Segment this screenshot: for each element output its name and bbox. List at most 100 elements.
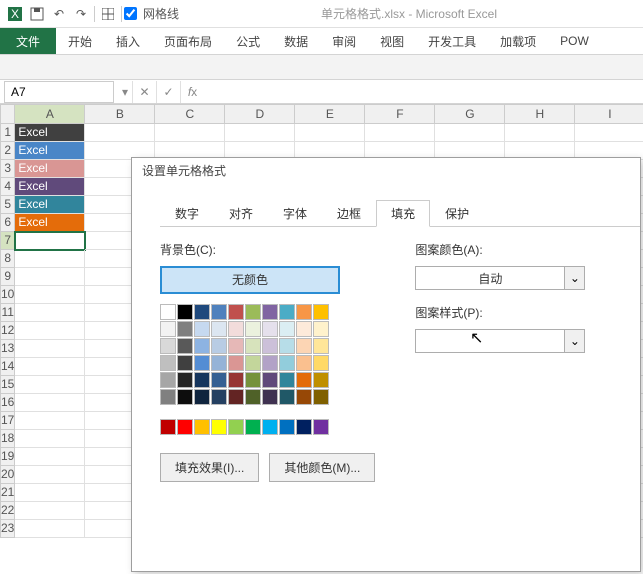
more-colors-button[interactable]: 其他颜色(M)... xyxy=(269,453,375,482)
cell[interactable] xyxy=(15,412,85,430)
enter-formula-icon[interactable]: ✓ xyxy=(156,81,180,103)
color-swatch[interactable] xyxy=(194,355,210,371)
name-box[interactable]: A7 xyxy=(4,81,114,103)
pattern-color-combo[interactable]: 自动 ⌄ xyxy=(415,266,585,290)
color-swatch[interactable] xyxy=(194,321,210,337)
color-swatch[interactable] xyxy=(228,389,244,405)
redo-icon[interactable]: ↷ xyxy=(70,3,92,25)
color-swatch[interactable] xyxy=(211,389,227,405)
color-swatch[interactable] xyxy=(296,338,312,354)
cell[interactable] xyxy=(15,286,85,304)
color-swatch[interactable] xyxy=(279,389,295,405)
cell[interactable] xyxy=(15,358,85,376)
formula-input[interactable] xyxy=(204,81,643,103)
color-swatch[interactable] xyxy=(228,372,244,388)
color-swatch[interactable] xyxy=(160,321,176,337)
cell[interactable] xyxy=(15,268,85,286)
cell[interactable]: Excel xyxy=(15,178,85,196)
row-header[interactable]: 17 xyxy=(0,412,15,430)
row-header[interactable]: 11 xyxy=(0,304,15,322)
cell[interactable] xyxy=(365,124,435,142)
tab-home[interactable]: 开始 xyxy=(56,28,104,54)
tab-dev[interactable]: 开发工具 xyxy=(416,28,488,54)
color-swatch[interactable] xyxy=(228,321,244,337)
row-header[interactable]: 5 xyxy=(0,196,15,214)
no-color-button[interactable]: 无颜色 xyxy=(160,266,340,294)
color-swatch[interactable] xyxy=(279,419,295,435)
cell[interactable]: Excel xyxy=(15,160,85,178)
color-swatch[interactable] xyxy=(177,304,193,320)
pattern-style-combo[interactable]: ⌄ xyxy=(415,329,585,353)
save-icon[interactable] xyxy=(26,3,48,25)
color-swatch[interactable] xyxy=(160,419,176,435)
cell[interactable] xyxy=(15,484,85,502)
row-header[interactable]: 14 xyxy=(0,358,15,376)
row-header[interactable]: 22 xyxy=(0,502,15,520)
row-header[interactable]: 19 xyxy=(0,448,15,466)
color-swatch[interactable] xyxy=(296,321,312,337)
row-header[interactable]: 1 xyxy=(0,124,15,142)
color-swatch[interactable] xyxy=(211,355,227,371)
row-header[interactable]: 2 xyxy=(0,142,15,160)
color-swatch[interactable] xyxy=(211,304,227,320)
cell[interactable] xyxy=(15,232,85,250)
color-swatch[interactable] xyxy=(262,419,278,435)
tab-addins[interactable]: 加载项 xyxy=(488,28,548,54)
cell[interactable] xyxy=(15,304,85,322)
tab-data[interactable]: 数据 xyxy=(272,28,320,54)
cell[interactable] xyxy=(435,124,505,142)
cell[interactable] xyxy=(15,322,85,340)
color-swatch[interactable] xyxy=(194,304,210,320)
color-swatch[interactable] xyxy=(245,372,261,388)
row-header[interactable]: 15 xyxy=(0,376,15,394)
color-swatch[interactable] xyxy=(211,419,227,435)
color-swatch[interactable] xyxy=(262,372,278,388)
cell[interactable]: Excel xyxy=(15,196,85,214)
color-swatch[interactable] xyxy=(211,372,227,388)
color-swatch[interactable] xyxy=(296,304,312,320)
color-swatch[interactable] xyxy=(245,321,261,337)
cell[interactable] xyxy=(15,466,85,484)
cell[interactable] xyxy=(15,394,85,412)
color-swatch[interactable] xyxy=(262,321,278,337)
borders-icon[interactable] xyxy=(97,3,119,25)
color-swatch[interactable] xyxy=(245,389,261,405)
dlg-tab-fill[interactable]: 填充 xyxy=(376,200,430,227)
color-swatch[interactable] xyxy=(177,372,193,388)
gridlines-toggle[interactable]: 网格线 xyxy=(124,5,179,22)
color-swatch[interactable] xyxy=(160,372,176,388)
cell[interactable] xyxy=(15,340,85,358)
cell[interactable] xyxy=(505,124,575,142)
fill-effects-button[interactable]: 填充效果(I)... xyxy=(160,453,259,482)
cell[interactable] xyxy=(15,430,85,448)
color-swatch[interactable] xyxy=(194,338,210,354)
row-header[interactable]: 3 xyxy=(0,160,15,178)
gridlines-checkbox[interactable] xyxy=(124,7,137,20)
row-header[interactable]: 9 xyxy=(0,268,15,286)
cell[interactable]: Excel xyxy=(15,142,85,160)
color-swatch[interactable] xyxy=(245,355,261,371)
color-swatch[interactable] xyxy=(262,389,278,405)
col-header[interactable]: F xyxy=(365,104,435,124)
tab-review[interactable]: 审阅 xyxy=(320,28,368,54)
color-swatch[interactable] xyxy=(160,304,176,320)
row-header[interactable]: 18 xyxy=(0,430,15,448)
col-header[interactable]: I xyxy=(575,104,643,124)
dlg-tab-font[interactable]: 字体 xyxy=(268,200,322,227)
cell[interactable] xyxy=(15,376,85,394)
color-swatch[interactable] xyxy=(313,304,329,320)
cell[interactable] xyxy=(155,124,225,142)
cell[interactable]: Excel xyxy=(15,124,85,142)
color-swatch[interactable] xyxy=(313,389,329,405)
tab-pow[interactable]: POW xyxy=(548,28,601,54)
color-swatch[interactable] xyxy=(228,338,244,354)
dlg-tab-number[interactable]: 数字 xyxy=(160,200,214,227)
col-header[interactable]: B xyxy=(85,104,155,124)
color-swatch[interactable] xyxy=(245,338,261,354)
color-swatch[interactable] xyxy=(228,419,244,435)
row-header[interactable]: 7 xyxy=(0,232,15,250)
color-swatch[interactable] xyxy=(313,355,329,371)
color-swatch[interactable] xyxy=(228,304,244,320)
color-swatch[interactable] xyxy=(313,372,329,388)
color-swatch[interactable] xyxy=(245,419,261,435)
